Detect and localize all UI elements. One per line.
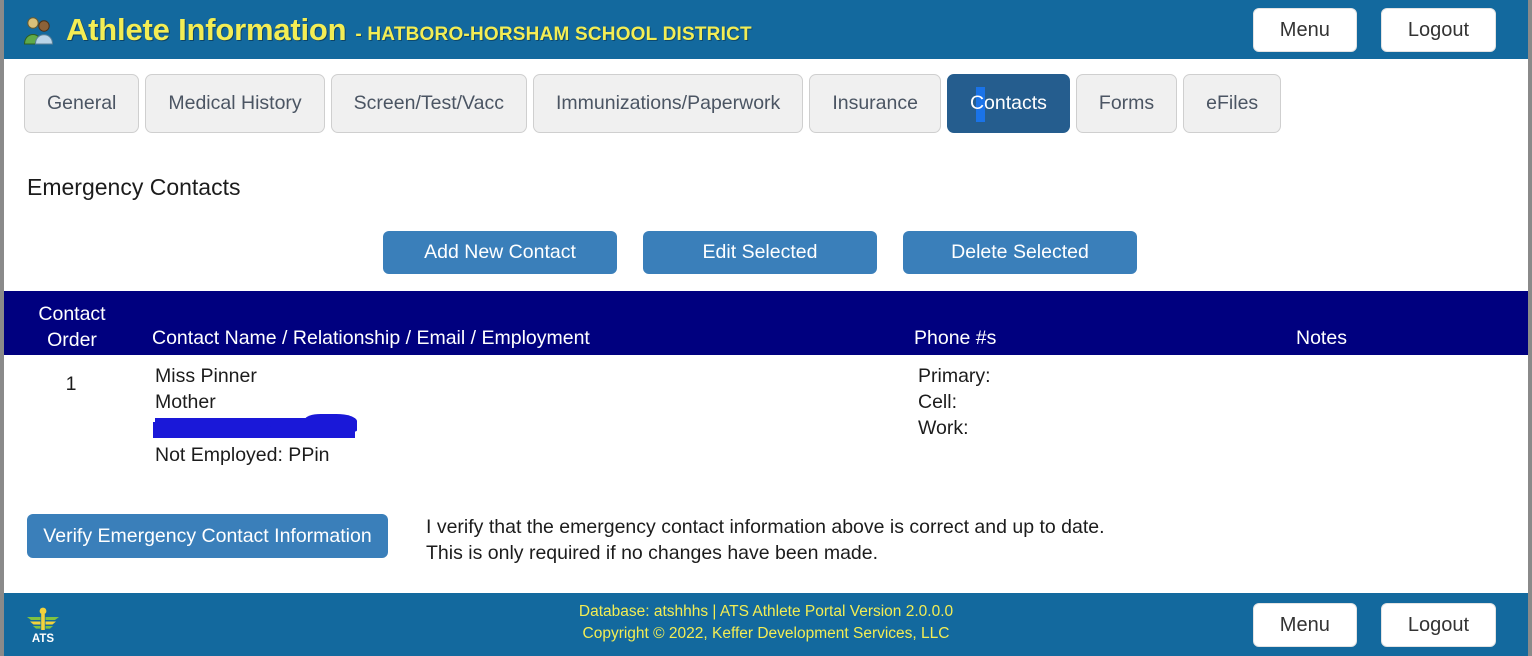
app-subtitle: - HATBORO-HORSHAM SCHOOL DISTRICT [355,23,752,45]
people-icon [22,15,56,45]
phone-work-label: Work: [918,417,969,439]
tab-contacts[interactable]: Contacts [946,74,1070,133]
svg-text:ATS: ATS [32,633,54,645]
edit-selected-button[interactable]: Edit Selected [643,231,877,274]
tab-label: Forms [1098,92,1155,115]
cell-contact-details: Miss Pinner Mother Not Employed: PPin [153,363,357,468]
app-footer: ATS Database: atshhhs | ATS Athlete Port… [4,593,1528,656]
app-title: Athlete Information [66,11,347,47]
verify-line-1: I verify that the emergency contact info… [426,516,1105,538]
column-header-contact-order: Contact Order [33,301,111,353]
footer-actions: Menu Logout [1252,602,1496,647]
tab-forms[interactable]: Forms [1075,74,1178,133]
contacts-table-body: 1 Miss Pinner Mother Not Employed: PPin … [4,355,1528,495]
header-actions: Menu Logout [1252,7,1496,52]
header-logout-button[interactable]: Logout [1380,7,1496,52]
footer-menu-button[interactable]: Menu [1252,602,1357,647]
contacts-table-header: Contact Order Contact Name / Relationshi… [4,291,1528,355]
tab-efiles[interactable]: eFiles [1183,74,1282,133]
tab-label: Immunizations/Paperwork [555,92,781,115]
brand-title-group: Athlete Information - HATBORO-HORSHAM SC… [66,12,752,48]
column-header-line1: Contact [38,303,106,325]
cell-phone-numbers: Primary: Cell: Work: [918,363,991,441]
tab-label: Screen/Test/Vacc [353,92,504,115]
verify-emergency-contact-button[interactable]: Verify Emergency Contact Information [27,514,388,558]
tab-general[interactable]: General [24,74,140,133]
contact-employment: Not Employed: PPin [155,444,330,466]
column-header-line2: Order [47,329,97,351]
ats-logo-icon: ATS [24,605,62,645]
phone-primary-label: Primary: [918,365,991,387]
tab-insurance[interactable]: Insurance [809,74,941,133]
tab-label: General [47,92,117,115]
tab-label: Medical History [168,92,302,115]
column-header-contact-name: Contact Name / Relationship / Email / Em… [152,327,590,349]
phone-cell-label: Cell: [918,391,958,413]
contact-name: Miss Pinner [155,365,257,387]
delete-selected-button[interactable]: Delete Selected [903,231,1137,274]
email-redaction-mark [153,414,357,438]
verify-description: I verify that the emergency contact info… [426,514,1105,566]
tab-label: Insurance [832,92,918,115]
page-title: Emergency Contacts [27,174,241,200]
tab-label: Contacts [969,92,1047,115]
cell-contact-order: 1 [65,373,77,395]
column-header-notes: Notes [1296,327,1347,349]
footer-logout-button[interactable]: Logout [1380,602,1496,647]
tab-screen-test-vacc[interactable]: Screen/Test/Vacc [330,74,527,133]
app-header: Athlete Information - HATBORO-HORSHAM SC… [4,0,1528,59]
tab-immunizations-paperwork[interactable]: Immunizations/Paperwork [532,74,804,133]
tab-bar: General Medical History Screen/Test/Vacc… [24,74,1282,133]
column-header-phone: Phone #s [914,327,997,349]
add-new-contact-button[interactable]: Add New Contact [383,231,617,274]
app-page: Athlete Information - HATBORO-HORSHAM SC… [0,0,1532,656]
header-menu-button[interactable]: Menu [1252,7,1357,52]
tab-label: eFiles [1206,92,1259,115]
contact-action-buttons: Add New Contact Edit Selected Delete Sel… [383,231,1137,274]
tab-medical-history[interactable]: Medical History [145,74,325,133]
verify-line-2: This is only required if no changes have… [426,542,879,564]
contact-relationship: Mother [155,391,216,413]
